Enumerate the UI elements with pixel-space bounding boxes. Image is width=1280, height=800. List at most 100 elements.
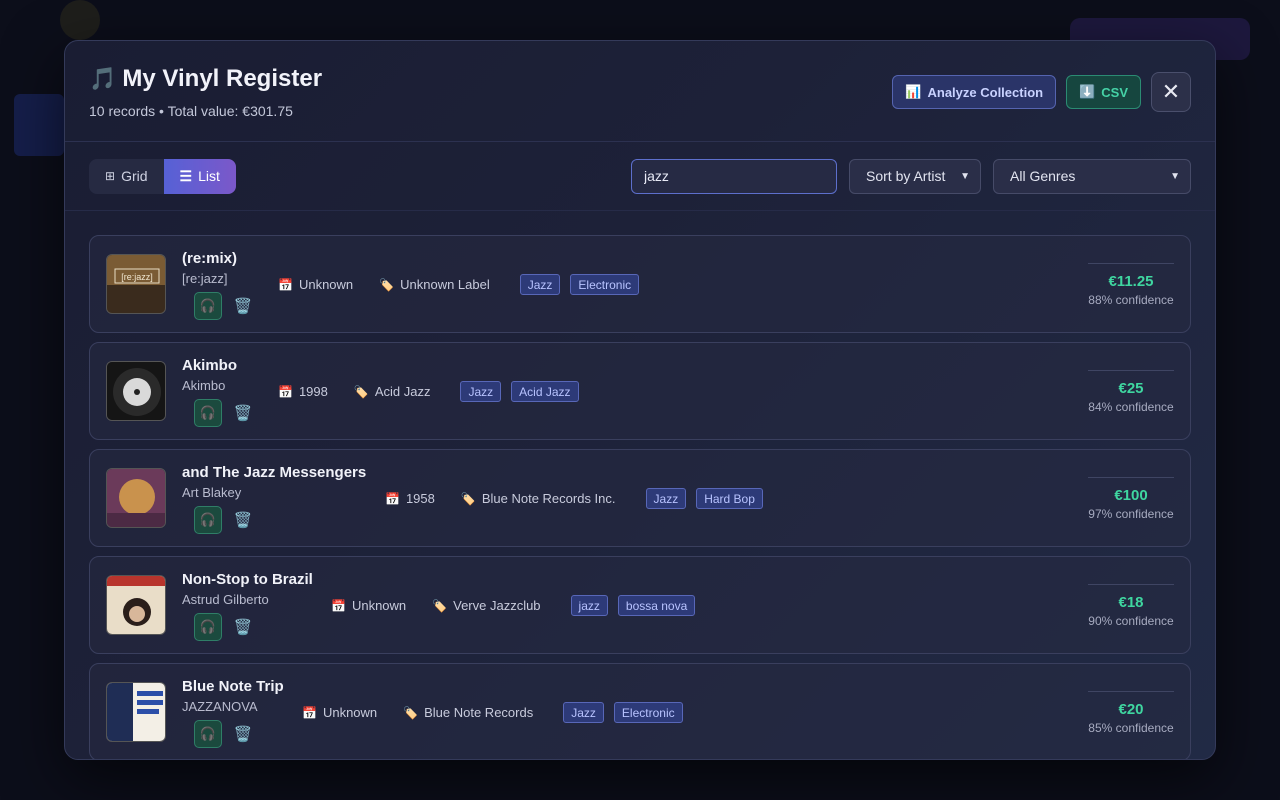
record-year: Unknown (322, 705, 378, 720)
record-label: Blue Note Records (424, 705, 534, 720)
record-value: €11.25 88% confidence (1088, 263, 1174, 307)
record-confidence: 85% confidence (1088, 721, 1174, 735)
record-confidence: 88% confidence (1088, 293, 1174, 307)
record-artist: Art Blakey (182, 485, 242, 500)
record-year: Unknown (298, 277, 354, 292)
record-actions: 🎧 🗑️ (194, 292, 254, 320)
search-input[interactable] (631, 158, 837, 194)
chart-icon: 📊 (905, 84, 922, 99)
record-meta: 📅 1958 🏷️ Blue Note Records Inc. Jazz Ha… (385, 488, 763, 509)
record-label: Acid Jazz (374, 384, 431, 399)
record-row[interactable]: [re:jazz] (re:mix) [re:jazz] 🎧 🗑️ 📅 Unkn… (89, 235, 1191, 333)
chevron-down-icon: ▼ (1170, 170, 1180, 182)
genre-select[interactable]: All Genres ▼ (993, 158, 1191, 194)
headphones-icon[interactable]: 🎧 (194, 292, 222, 320)
label-tag-icon: 🏷️ (460, 491, 476, 506)
album-cover (106, 575, 166, 635)
record-actions: 🎧 🗑️ (194, 720, 284, 748)
label-tag-icon: 🏷️ (379, 277, 395, 292)
album-cover: [re:jazz] (106, 254, 166, 314)
record-year: Unknown (351, 598, 407, 613)
headphones-icon[interactable]: 🎧 (194, 613, 222, 641)
record-value: €20 85% confidence (1088, 691, 1174, 735)
record-artist: Astrud Gilberto (182, 592, 269, 607)
record-info: (re:mix) [re:jazz] 🎧 🗑️ (182, 250, 254, 320)
genre-tag: Jazz (645, 488, 687, 509)
label-tag-icon: 🏷️ (403, 705, 419, 720)
sort-select[interactable]: Sort by Artist ▼ (849, 158, 981, 194)
chevron-down-icon: ▼ (960, 170, 970, 182)
record-row[interactable]: Non-Stop to Brazil Astrud Gilberto 🎧 🗑️ … (89, 556, 1191, 654)
backdrop-logo (60, 0, 100, 40)
analyze-collection-button[interactable]: 📊 Analyze Collection (892, 75, 1057, 109)
close-icon: ✕ (1161, 79, 1181, 104)
record-list: [re:jazz] (re:mix) [re:jazz] 🎧 🗑️ 📅 Unkn… (65, 211, 1215, 759)
headphones-icon[interactable]: 🎧 (194, 506, 222, 534)
record-value: €18 90% confidence (1088, 584, 1174, 628)
record-title: Non-Stop to Brazil (182, 571, 313, 588)
record-value: €100 97% confidence (1088, 477, 1174, 521)
record-artist: Akimbo (182, 378, 226, 393)
record-row[interactable]: Akimbo Akimbo 🎧 🗑️ 📅 1998 🏷️ Acid Jazz J… (89, 342, 1191, 440)
trash-icon[interactable]: 🗑️ (232, 297, 254, 315)
trash-icon[interactable]: 🗑️ (232, 618, 254, 636)
record-value: €25 84% confidence (1088, 370, 1174, 414)
record-actions: 🎧 🗑️ (194, 613, 313, 641)
csv-label: CSV (1101, 84, 1128, 100)
record-artist: JAZZANOVA (182, 699, 258, 714)
record-row[interactable]: Blue Note Trip JAZZANOVA 🎧 🗑️ 📅 Unknown … (89, 663, 1191, 759)
modal-title-text: My Vinyl Register (122, 65, 323, 92)
genre-tag: jazz (570, 595, 608, 616)
analyze-label: Analyze Collection (927, 84, 1044, 100)
trash-icon[interactable]: 🗑️ (232, 511, 254, 529)
record-label: Unknown Label (400, 277, 490, 292)
record-year: 1998 (298, 384, 328, 399)
calendar-icon: 📅 (385, 491, 400, 506)
headphones-icon[interactable]: 🎧 (194, 399, 222, 427)
trash-icon[interactable]: 🗑️ (232, 725, 254, 743)
csv-export-button[interactable]: ⬇️ CSV (1066, 75, 1141, 109)
vinyl-register-modal: 🎵 My Vinyl Register 10 records • Total v… (64, 40, 1216, 760)
grid-icon: ⊞ (105, 169, 116, 183)
grid-label: Grid (121, 168, 148, 184)
genre-tag: Jazz (460, 381, 502, 402)
record-title: (re:mix) (182, 250, 238, 267)
record-actions: 🎧 🗑️ (194, 399, 254, 427)
record-meta: 📅 Unknown 🏷️ Unknown Label Jazz Electron… (278, 274, 640, 295)
genre-tag: Hard Bop (696, 488, 763, 509)
genre-tag: Electronic (570, 274, 640, 295)
list-view-button[interactable]: ☰ List (163, 158, 236, 194)
genre-tag: Electronic (613, 702, 683, 723)
record-info: and The Jazz Messengers Art Blakey 🎧 🗑️ (182, 464, 366, 534)
record-meta: 📅 Unknown 🏷️ Blue Note Records Jazz Elec… (302, 702, 683, 723)
record-price: €18 (1118, 594, 1144, 611)
grid-view-button[interactable]: ⊞ Grid (89, 159, 164, 194)
calendar-icon: 📅 (302, 705, 317, 720)
genre-tag: Acid Jazz (511, 381, 579, 402)
toolbar: ⊞ Grid ☰ List Sort by Artist ▼ All Genre… (65, 142, 1215, 211)
record-title: and The Jazz Messengers (182, 464, 367, 481)
genre-tag: bossa nova (617, 595, 696, 616)
headphones-icon[interactable]: 🎧 (194, 720, 222, 748)
record-row[interactable]: and The Jazz Messengers Art Blakey 🎧 🗑️ … (89, 449, 1191, 547)
genre-tag: Jazz (563, 702, 604, 723)
album-cover (106, 682, 166, 742)
header-actions: 📊 Analyze Collection ⬇️ CSV ✕ (892, 72, 1191, 112)
backdrop-panel (14, 94, 64, 156)
record-label: Verve Jazzclub (453, 598, 541, 613)
calendar-icon: 📅 (331, 598, 346, 613)
calendar-icon: 📅 (278, 277, 293, 292)
record-meta: 📅 1998 🏷️ Acid Jazz Jazz Acid Jazz (278, 381, 579, 402)
record-confidence: 84% confidence (1088, 400, 1174, 414)
record-info: Blue Note Trip JAZZANOVA 🎧 🗑️ (182, 678, 284, 748)
genre-select-value: All Genres (1010, 168, 1076, 184)
album-cover (106, 468, 166, 528)
close-button[interactable]: ✕ (1151, 72, 1191, 112)
sort-select-value: Sort by Artist (866, 168, 946, 184)
trash-icon[interactable]: 🗑️ (232, 404, 254, 422)
record-title: Blue Note Trip (182, 678, 284, 695)
record-price: €25 (1118, 380, 1144, 397)
genre-tag: Jazz (519, 274, 561, 295)
record-confidence: 90% confidence (1088, 614, 1174, 628)
download-icon: ⬇️ (1079, 84, 1096, 99)
